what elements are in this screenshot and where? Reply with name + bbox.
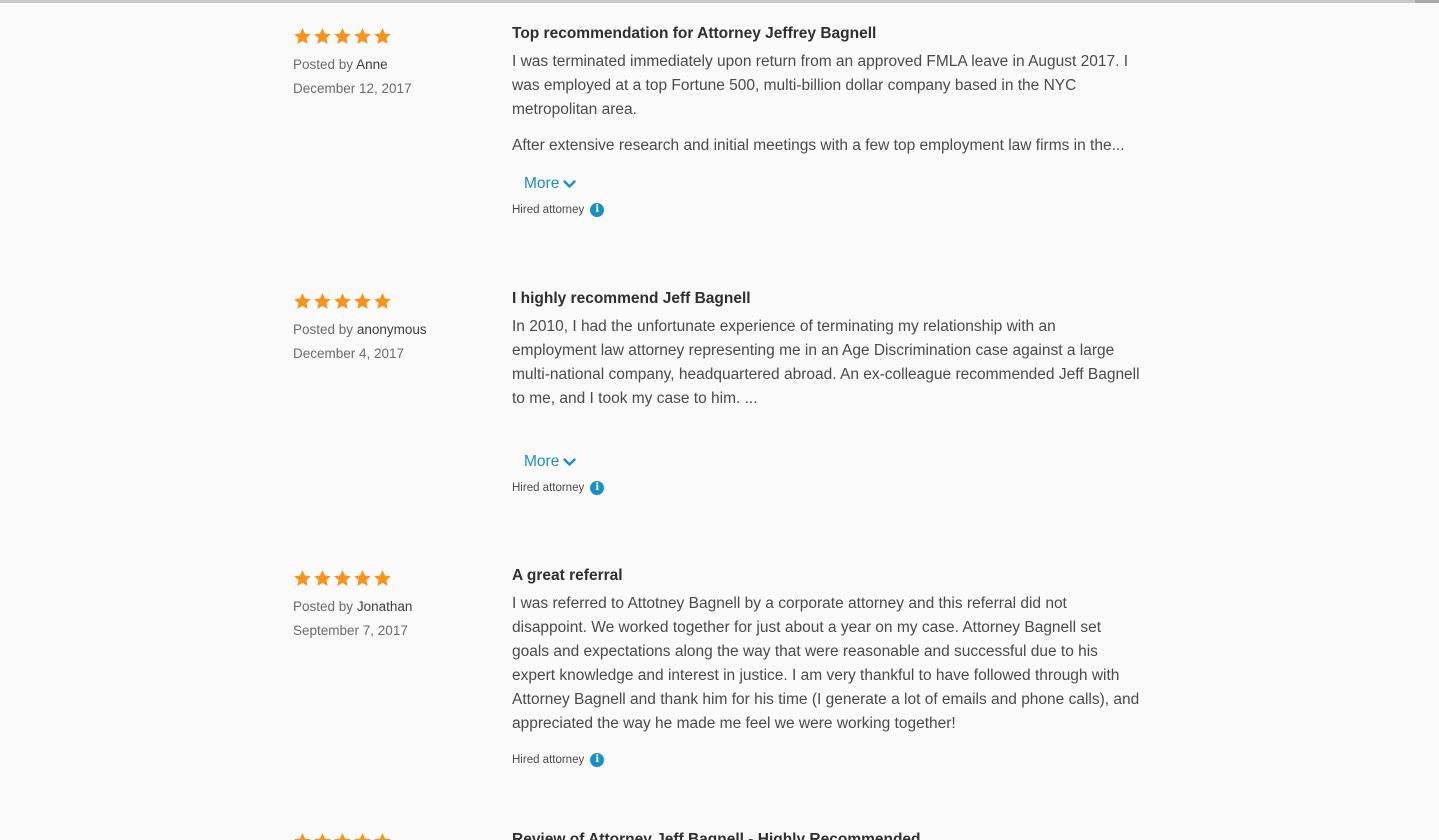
star-icon	[314, 28, 331, 44]
review-meta: Posted by anonymous December 4, 2017	[293, 292, 493, 363]
more-label: More	[524, 175, 560, 192]
star-icon	[334, 570, 351, 586]
star-icon	[354, 28, 371, 44]
star-icon	[294, 28, 311, 44]
more-button[interactable]: More	[524, 453, 577, 471]
star-icon	[374, 833, 391, 840]
more-button[interactable]: More	[524, 175, 577, 193]
star-rating	[293, 292, 493, 314]
star-rating	[293, 569, 493, 591]
review-title: I highly recommend Jeff Bagnell	[512, 290, 751, 307]
hired-attorney-label: Hired attorney	[512, 204, 585, 216]
star-icon	[354, 293, 371, 309]
star-icon	[294, 293, 311, 309]
window-top-border	[0, 0, 1439, 3]
review-date: December 12, 2017	[293, 81, 412, 96]
scrollbar-edge[interactable]	[1415, 0, 1439, 3]
review-paragraph: After extensive research and initial mee…	[512, 137, 1125, 154]
hired-attorney-badge: Hired attorney i	[512, 480, 1142, 496]
review-title: Top recommendation for Attorney Jeffrey …	[512, 25, 877, 42]
hired-attorney-badge: Hired attorney i	[512, 752, 1142, 768]
hired-attorney-label: Hired attorney	[512, 482, 585, 494]
star-icon	[314, 570, 331, 586]
review-paragraph: In 2010, I had the unfortunate experienc…	[512, 318, 1140, 407]
review-paragraph: I was terminated immediately upon return…	[512, 53, 1129, 118]
star-icon	[334, 833, 351, 840]
review-author: Jonathan	[356, 599, 413, 614]
chevron-down-icon	[563, 179, 577, 188]
review-paragraph: I was referred to Attotney Bagnell by a …	[512, 595, 1140, 732]
review-body: A great referral I was referred to Attot…	[512, 567, 1142, 768]
star-icon	[374, 293, 391, 309]
review-meta: Posted by Jonathan September 7, 2017	[293, 569, 493, 640]
star-icon	[294, 570, 311, 586]
star-icon	[374, 570, 391, 586]
chevron-down-icon	[563, 457, 577, 466]
review-date: December 4, 2017	[293, 346, 405, 361]
review-title: Review of Attorney Jeff Bagnell - Highly…	[512, 831, 921, 840]
star-icon	[354, 833, 371, 840]
posted-by: Posted by Anne	[293, 56, 493, 74]
star-icon	[354, 570, 371, 586]
star-icon	[334, 28, 351, 44]
review-meta: Posted by Anne December 12, 2017	[293, 27, 493, 98]
review-date: September 7, 2017	[293, 623, 408, 638]
posted-by-label: Posted by	[293, 57, 354, 72]
more-row: More	[512, 175, 1142, 193]
more-row: More	[512, 453, 1142, 471]
posted-by-label: Posted by	[293, 322, 354, 337]
hired-attorney-badge: Hired attorney i	[512, 202, 1142, 218]
star-icon	[374, 28, 391, 44]
posted-by: Posted by anonymous	[293, 321, 493, 339]
review-title: A great referral	[512, 567, 623, 584]
info-icon[interactable]: i	[590, 481, 605, 495]
hired-attorney-label: Hired attorney	[512, 754, 585, 766]
review-body: Top recommendation for Attorney Jeffrey …	[512, 25, 1142, 218]
review-author: anonymous	[356, 322, 427, 337]
more-label: More	[524, 453, 560, 470]
info-icon[interactable]: i	[590, 203, 605, 217]
star-icon	[294, 833, 311, 840]
posted-by-label: Posted by	[293, 599, 354, 614]
review-author: Anne	[356, 57, 388, 72]
star-icon	[334, 293, 351, 309]
posted-by: Posted by Jonathan	[293, 598, 493, 616]
star-rating	[293, 832, 392, 840]
star-rating	[293, 27, 493, 49]
star-icon	[314, 293, 331, 309]
info-icon[interactable]: i	[590, 753, 605, 767]
star-icon	[314, 833, 331, 840]
review-body: I highly recommend Jeff Bagnell In 2010,…	[512, 290, 1142, 496]
